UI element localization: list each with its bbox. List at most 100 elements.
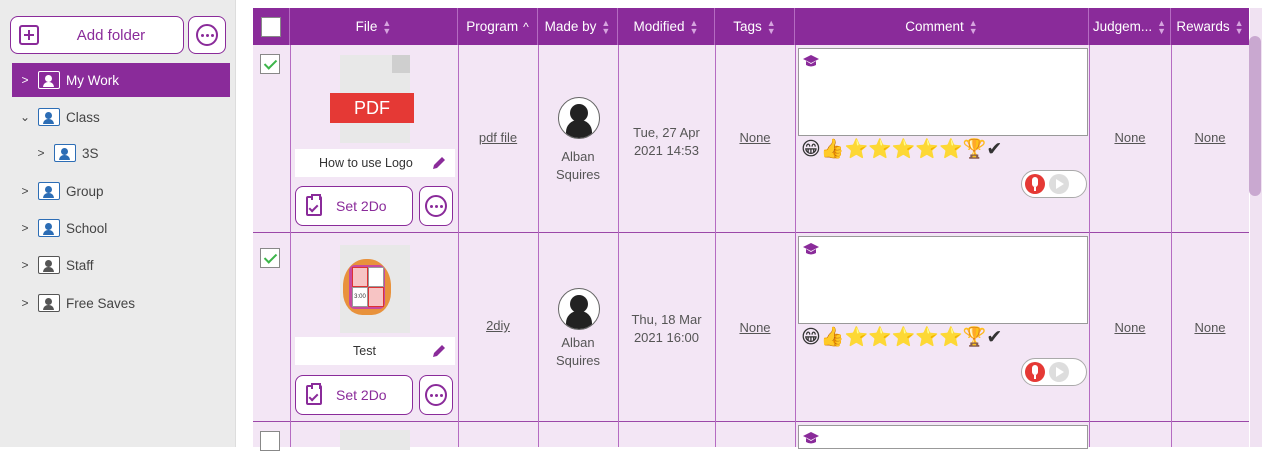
microphone-icon[interactable] [1025, 362, 1045, 382]
made-by-last: Squires [555, 353, 601, 368]
sort-icon: ▲ ▼ [968, 17, 978, 36]
select-all-cell [253, 8, 290, 45]
clipboard-check-icon [306, 194, 322, 216]
made-by-first: Alban [561, 149, 595, 164]
graduation-cap-icon [803, 432, 819, 444]
sort-icon: ▲ ▼ [382, 17, 392, 36]
comment-input[interactable] [798, 425, 1088, 449]
file-more-button[interactable] [419, 186, 453, 226]
sidebar-item-group[interactable]: > Group [12, 174, 230, 208]
pdf-thumbnail[interactable]: PDF [330, 55, 420, 143]
col-file[interactable]: File ▲ ▼ [290, 8, 458, 45]
thumbnail-card [352, 267, 368, 287]
chevron-right-icon[interactable]: > [18, 73, 32, 87]
row-checkbox[interactable] [260, 54, 280, 74]
tags-link[interactable]: None [715, 130, 795, 145]
staff-folder-icon [38, 256, 60, 274]
set-2do-label: Set 2Do [336, 387, 387, 403]
file-thumbnail[interactable] [340, 430, 410, 450]
sort-asc-icon: ^ [523, 19, 529, 34]
sort-icon: ▲ ▼ [1234, 17, 1244, 36]
graduation-cap-icon [803, 55, 819, 67]
audio-recorder [1021, 358, 1087, 386]
chevron-right-icon[interactable]: > [18, 258, 32, 272]
col-judgement-label: Judgem... [1092, 19, 1153, 34]
column-divider [458, 45, 459, 447]
free-saves-folder-icon [38, 294, 60, 312]
col-modified[interactable]: Modified ▲ ▼ [618, 8, 715, 45]
play-icon[interactable] [1049, 362, 1069, 382]
table-row: 3:00 Test Set 2Do 2diy Alban Squires Thu… [253, 233, 1249, 422]
file-name: Test [353, 344, 376, 358]
row-checkbox[interactable] [260, 248, 280, 268]
set-2do-label: Set 2Do [336, 198, 387, 214]
col-tags[interactable]: Tags ▲ ▼ [715, 8, 795, 45]
set-2do-button[interactable]: Set 2Do [295, 186, 413, 226]
col-judgement[interactable]: Judgem... ▲ ▼ [1089, 8, 1171, 45]
select-all-checkbox[interactable] [261, 16, 281, 37]
avatar [558, 97, 600, 139]
made-by-last: Squires [555, 167, 601, 182]
chevron-right-icon[interactable]: > [18, 184, 32, 198]
sidebar-item-3s[interactable]: > 3S [28, 136, 230, 170]
program-link[interactable]: 2diy [458, 318, 538, 333]
modified-line-1: Thu, 18 Mar [631, 312, 702, 327]
col-made-by[interactable]: Made by ▲ ▼ [538, 8, 618, 45]
chevron-right-icon[interactable]: > [34, 146, 48, 160]
group-folder-icon [38, 182, 60, 200]
sidebar-item-my-work[interactable]: > My Work [12, 63, 230, 97]
folder-sidebar: Add folder > My Work ⌄ Class > 3S > Grou… [0, 0, 236, 447]
rewards-link[interactable]: None [1171, 130, 1249, 145]
sidebar-item-staff[interactable]: > Staff [12, 248, 230, 282]
column-divider [538, 45, 539, 447]
chevron-right-icon[interactable]: > [18, 221, 32, 235]
audio-recorder [1021, 170, 1087, 198]
col-rewards[interactable]: Rewards ▲ ▼ [1171, 8, 1249, 45]
add-folder-label: Add folder [76, 26, 146, 44]
scrollbar-thumb[interactable] [1249, 36, 1261, 196]
set-2do-button[interactable]: Set 2Do [295, 375, 413, 415]
sidebar-item-free-saves[interactable]: > Free Saves [12, 286, 230, 320]
judgement-link[interactable]: None [1089, 130, 1171, 145]
file-name-field[interactable]: Test [295, 337, 455, 365]
comment-input[interactable] [798, 236, 1088, 324]
tags-link[interactable]: None [715, 320, 795, 335]
file-more-button[interactable] [419, 375, 453, 415]
column-divider [290, 45, 291, 447]
thumbnail-card-time: 3:00 [352, 287, 368, 307]
program-link[interactable]: pdf file [458, 130, 538, 145]
comment-input[interactable] [798, 48, 1088, 136]
sort-icon: ▲ ▼ [689, 17, 699, 36]
reaction-emojis[interactable]: 😁👍⭐⭐⭐⭐⭐🏆✔ [801, 326, 1002, 350]
col-tags-label: Tags [733, 19, 762, 34]
more-options-icon [425, 384, 447, 406]
sidebar-item-label: Class [66, 109, 100, 125]
sidebar-more-button[interactable] [188, 16, 226, 54]
pencil-icon[interactable] [431, 343, 447, 359]
row-checkbox[interactable] [260, 431, 280, 451]
col-program[interactable]: Program ^ [458, 8, 538, 45]
chevron-right-icon[interactable]: > [18, 296, 32, 310]
col-comment[interactable]: Comment ▲ ▼ [795, 8, 1089, 45]
rewards-link[interactable]: None [1171, 320, 1249, 335]
sidebar-item-class[interactable]: ⌄ Class [12, 100, 230, 134]
pdf-label: PDF [330, 93, 414, 123]
class-folder-icon [54, 144, 76, 162]
col-program-label: Program [466, 19, 519, 34]
file-name-field[interactable]: How to use Logo [295, 149, 455, 177]
add-folder-button[interactable]: Add folder [10, 16, 184, 54]
sidebar-item-label: My Work [66, 72, 119, 88]
chevron-down-icon[interactable]: ⌄ [18, 110, 32, 124]
judgement-link[interactable]: None [1089, 320, 1171, 335]
made-by: Alban Squires [538, 334, 618, 370]
sidebar-item-school[interactable]: > School [12, 211, 230, 245]
play-icon[interactable] [1049, 174, 1069, 194]
reaction-emojis[interactable]: 😁👍⭐⭐⭐⭐⭐🏆✔ [801, 138, 1002, 162]
thumbnail-card [368, 287, 384, 307]
pencil-icon[interactable] [431, 155, 447, 171]
made-by-first: Alban [561, 335, 595, 350]
microphone-icon[interactable] [1025, 174, 1045, 194]
2diy-thumbnail[interactable]: 3:00 [330, 245, 420, 333]
school-folder-icon [38, 219, 60, 237]
sort-icon: ▲ ▼ [1157, 17, 1167, 36]
